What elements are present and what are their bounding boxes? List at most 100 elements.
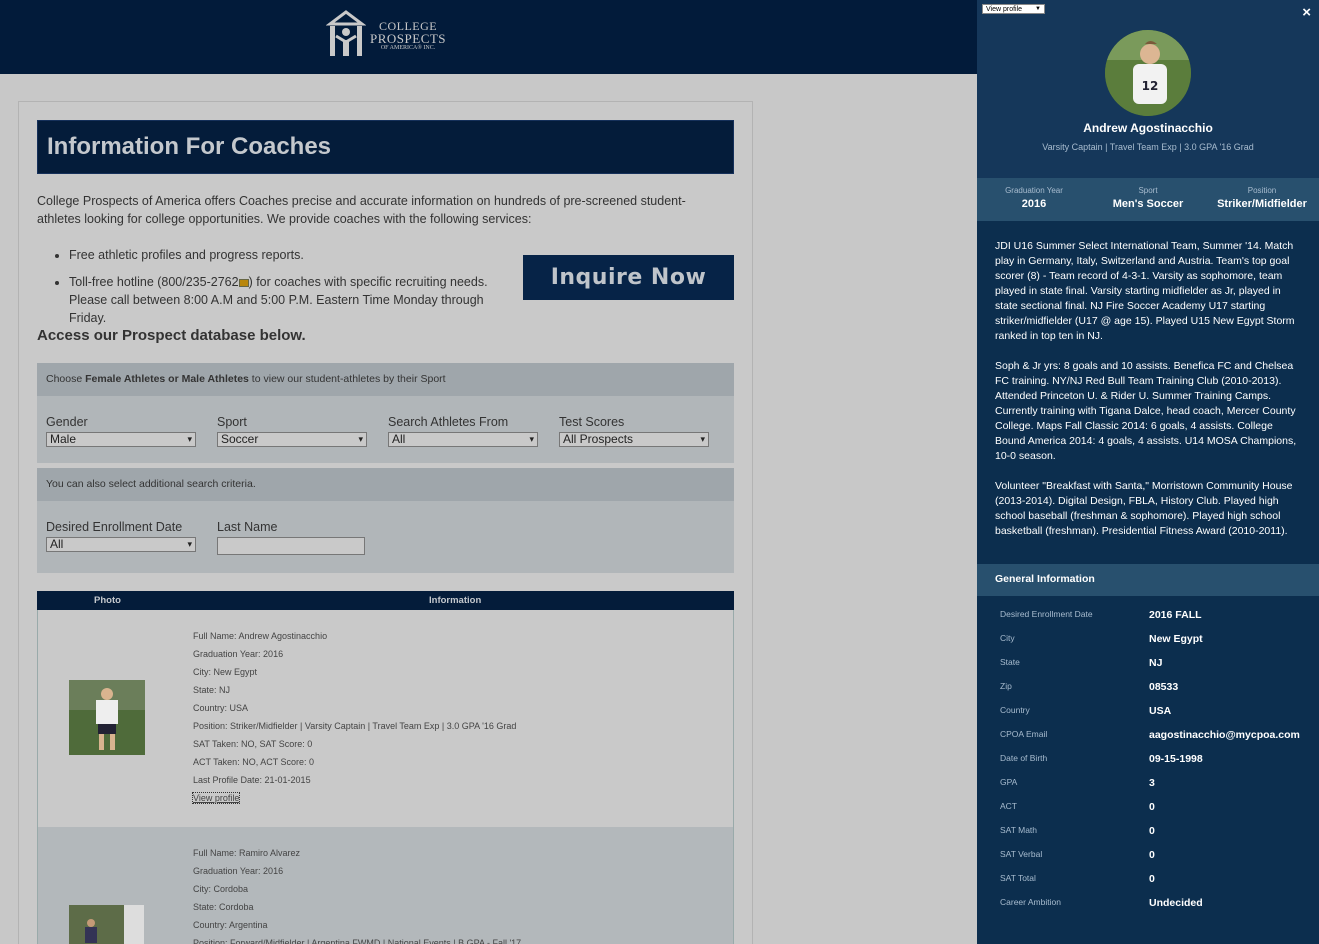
results-table-header: Photo Information (37, 591, 734, 610)
stat-grad-year: Graduation Year 2016 (977, 186, 1091, 210)
test-scores-field: Test Scores All Prospects (559, 415, 709, 447)
info-value: 0 (1149, 825, 1155, 837)
info-state: State: Cordoba (193, 902, 254, 912)
profile-bio: JDI U16 Summer Select International Team… (977, 221, 1319, 564)
info-country: Country: Argentina (193, 920, 268, 930)
sport-select[interactable]: Soccer (217, 432, 367, 447)
general-info-heading: General Information (977, 564, 1319, 596)
profile-tagline: Varsity Captain | Travel Team Exp | 3.0 … (1042, 142, 1254, 152)
sport-label: Sport (217, 415, 247, 429)
info-row-city: City New Egypt (977, 628, 1319, 652)
info-row-sat-total: SAT Total 0 (977, 868, 1319, 892)
info-city: City: New Egypt (193, 667, 258, 677)
profile-stats: Graduation Year 2016 Sport Men's Soccer … (977, 178, 1319, 221)
access-heading: Access our Prospect database below. (37, 327, 306, 344)
profile-header: View profile × 12 Andrew Agostinacchio V… (977, 0, 1319, 178)
view-profile-select[interactable]: View profile (982, 4, 1045, 14)
view-profile-link[interactable]: View profile (191, 792, 241, 804)
gender-label: Gender (46, 415, 88, 429)
info-key: SAT Math (1000, 825, 1038, 835)
info-value: NJ (1149, 657, 1163, 669)
info-value: aagostinacchio@mycpoa.com (1149, 729, 1300, 741)
info-value: 0 (1149, 873, 1155, 885)
choose-bold: Female Athletes or Male Athletes (85, 373, 249, 385)
enrollment-field: Desired Enrollment Date All (46, 520, 196, 552)
test-scores-label: Test Scores (559, 415, 625, 429)
info-value: 0 (1149, 801, 1155, 813)
email-icon[interactable] (238, 278, 249, 287)
info-row-email: CPOA Email aagostinacchio@mycpoa.com (977, 724, 1319, 748)
logo-line-2: PROSPECTS (370, 30, 447, 46)
info-key: Career Ambition (1000, 897, 1061, 907)
athlete-photo[interactable] (69, 905, 144, 944)
info-key: State (1000, 657, 1020, 667)
info-value: 0 (1149, 849, 1155, 861)
logo-line-1: COLLEGE (378, 18, 438, 33)
service-item-profiles: Free athletic profiles and progress repo… (69, 246, 522, 264)
info-key: Desired Enrollment Date (1000, 609, 1093, 619)
info-row-state: State NJ (977, 652, 1319, 676)
logo-icon (325, 10, 367, 60)
athlete-photo[interactable] (69, 680, 145, 755)
test-scores-select[interactable]: All Prospects (559, 432, 709, 447)
page-title: Information For Coaches (47, 133, 332, 160)
info-act: ACT Taken: NO, ACT Score: 0 (193, 757, 315, 767)
logo-line-3: OF AMERICA® INC. (380, 44, 436, 51)
info-state: State: NJ (193, 685, 231, 695)
last-name-field: Last Name (217, 520, 365, 555)
info-row-zip: Zip 08533 (977, 676, 1319, 700)
info-row-enrollment: Desired Enrollment Date 2016 FALL (977, 604, 1319, 628)
stat-sport-value: Men's Soccer (1112, 198, 1184, 210)
general-info-list: Desired Enrollment Date 2016 FALL City New… (977, 596, 1319, 916)
gender-field: Gender Male (46, 415, 196, 447)
search-panel: Choose Female Athletes or Male Athletes … (37, 363, 734, 463)
logo[interactable]: COLLEGE PROSPECTS OF AMERICA® INC. (325, 10, 446, 60)
info-key: SAT Total (1000, 873, 1036, 883)
inquire-now-button[interactable]: Inquire Now (523, 255, 734, 300)
info-row-sat-math: SAT Math 0 (977, 820, 1319, 844)
service-item-hotline: Toll-free hotline (800/235-2762) for coa… (69, 273, 522, 327)
stat-grad-label: Graduation Year (1005, 186, 1063, 195)
bio-paragraph: Volunteer "Breakfast with Santa," Morris… (995, 480, 1293, 537)
sport-field: Sport Soccer (217, 415, 367, 447)
athlete-info: Full Name: Andrew Agostinacchio Graduati… (191, 627, 517, 807)
info-position: Position: Striker/Midfielder | Varsity C… (193, 721, 517, 731)
info-value: New Egypt (1149, 633, 1203, 645)
last-name-input[interactable] (217, 537, 365, 555)
avatar: 12 (1105, 30, 1191, 116)
enrollment-select[interactable]: All (46, 537, 196, 552)
services-list: Free athletic profiles and progress repo… (52, 246, 522, 336)
info-key: Date of Birth (1000, 753, 1048, 763)
page-title-banner: Information For Coaches (37, 120, 734, 174)
info-value: 2016 FALL (1149, 609, 1202, 621)
info-key: GPA (1000, 777, 1018, 787)
info-value: USA (1149, 705, 1172, 717)
info-city: City: Cordoba (193, 884, 249, 894)
gender-select[interactable]: Male (46, 432, 196, 447)
column-photo: Photo (94, 595, 121, 606)
info-key: SAT Verbal (1000, 849, 1043, 859)
info-row-career: Career Ambition Undecided (977, 892, 1319, 916)
info-row-gpa: GPA 3 (977, 772, 1319, 796)
logo-text: COLLEGE PROSPECTS OF AMERICA® INC. (370, 20, 446, 51)
table-row: Full Name: Andrew Agostinacchio Graduati… (37, 610, 734, 827)
profile-panel: View profile × 12 Andrew Agostinacchio V… (977, 0, 1319, 944)
stat-position: Position Striker/Midfielder (1205, 186, 1319, 210)
info-row-act: ACT 0 (977, 796, 1319, 820)
info-full-name: Full Name: Andrew Agostinacchio (193, 631, 328, 641)
bio-paragraph: JDI U16 Summer Select International Team… (995, 240, 1295, 342)
info-value: 09-15-1998 (1149, 753, 1203, 765)
close-icon[interactable]: × (1302, 4, 1311, 21)
info-key: ACT (1000, 801, 1017, 811)
info-grad-year: Graduation Year: 2016 (193, 649, 284, 659)
info-key: City (1000, 633, 1015, 643)
info-grad-year: Graduation Year: 2016 (193, 866, 284, 876)
stat-sport-label: Sport (1138, 186, 1158, 195)
info-row-sat-verbal: SAT Verbal 0 (977, 844, 1319, 868)
hotline-text: Toll-free hotline (800/235-2762 (69, 275, 239, 289)
choose-prefix: Choose (46, 373, 86, 385)
search-from-select[interactable]: All (388, 432, 538, 447)
stat-position-label: Position (1247, 186, 1277, 195)
info-last-profile: Last Profile Date: 21-01-2015 (193, 775, 311, 785)
search-instructions: Choose Female Athletes or Male Athletes … (37, 363, 734, 396)
